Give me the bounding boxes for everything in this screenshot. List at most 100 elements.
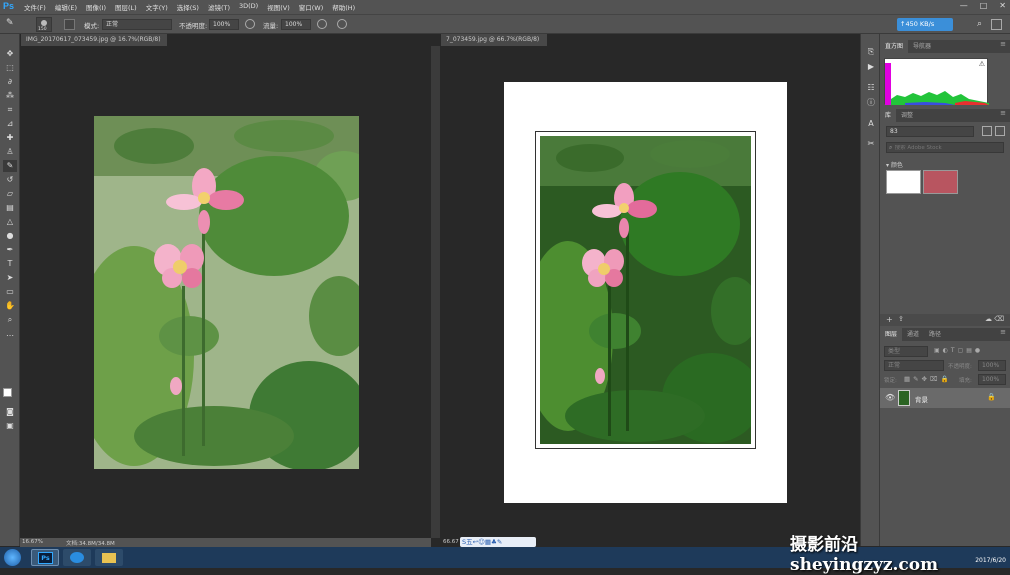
brush-tool-icon[interactable]: ✎ — [6, 18, 20, 31]
magic-wand-tool-icon[interactable]: ⁂ — [3, 90, 17, 102]
menu-item-type[interactable]: 文字(Y) — [146, 2, 168, 12]
tab-navigator[interactable]: 导航器 — [908, 40, 936, 53]
close-button[interactable]: ✕ — [999, 1, 1006, 10]
more-tools-icon[interactable]: ⋯ — [3, 330, 17, 342]
move-tool-icon[interactable]: ✥ — [3, 48, 17, 60]
layer-filter-icons[interactable]: ▣◐T▢▤● — [934, 347, 1004, 357]
library-panel-menu-icon[interactable]: ≡ — [1000, 109, 1006, 117]
layer-row-background[interactable]: 👁 背景 🔒 — [880, 388, 1010, 408]
canvas-area-2[interactable]: 66.67 — [441, 46, 860, 545]
taskbar-photoshop-icon[interactable]: Ps — [31, 549, 59, 566]
path-selection-tool-icon[interactable]: ➤ — [3, 272, 17, 284]
dodge-tool-icon[interactable]: ● — [3, 230, 17, 242]
cloud-icon[interactable]: ☁ — [985, 315, 992, 323]
grid-view-icon[interactable] — [982, 126, 992, 136]
lasso-tool-icon[interactable]: ∂ — [3, 76, 17, 88]
library-select[interactable]: 83 — [886, 126, 974, 137]
layer-opacity-input[interactable]: 100% — [978, 360, 1006, 371]
restore-button[interactable]: □ — [980, 1, 988, 10]
pressure-size-icon[interactable] — [337, 19, 347, 29]
foreground-color-swatch[interactable] — [3, 388, 12, 397]
tab-adjustments[interactable]: 调整 — [896, 109, 918, 122]
ime-toolbar[interactable]: S五↩☺▦♣✎ — [460, 537, 536, 547]
tab-histogram[interactable]: 直方图 — [880, 40, 909, 53]
upload-icon[interactable]: ⇪ — [898, 315, 904, 323]
start-button-icon[interactable] — [4, 549, 21, 566]
stock-search-input[interactable] — [894, 145, 987, 151]
list-view-icon[interactable] — [995, 126, 1005, 136]
opacity-input[interactable]: 100% — [209, 19, 239, 30]
tool-presets-icon[interactable]: ✂ — [865, 138, 877, 150]
cache-warning-icon[interactable]: ⚠ — [979, 60, 985, 68]
brush-panel-toggle-icon[interactable] — [64, 19, 75, 30]
doc-1-vertical-scrollbar[interactable] — [431, 46, 440, 538]
menu-item-3d[interactable]: 3D(D) — [239, 2, 258, 12]
type-tool-icon[interactable]: T — [3, 258, 17, 270]
gradient-tool-icon[interactable]: ▤ — [3, 202, 17, 214]
color-swatch-white[interactable] — [886, 170, 921, 194]
menu-item-view[interactable]: 视图(V) — [267, 2, 290, 12]
doc-tab-1[interactable]: IMG_20170617_073459.jpg @ 16.7%(RGB/8) × — [21, 34, 167, 55]
blur-tool-icon[interactable]: △ — [3, 216, 17, 228]
photo-border — [535, 131, 756, 449]
doc-tab-2[interactable]: 7_073459.jpg @ 66.7%(RGB/8) × — [441, 34, 547, 55]
hand-tool-icon[interactable]: ✋ — [3, 300, 17, 312]
brush-tool-icon[interactable]: ✎ — [3, 160, 17, 172]
workspace-switcher-icon[interactable] — [991, 19, 1002, 30]
pen-tool-icon[interactable]: ✒ — [3, 244, 17, 256]
taskbar-explorer-icon[interactable] — [95, 549, 123, 566]
menu-item-layer[interactable]: 图层(L) — [115, 2, 137, 12]
doc-1-zoom-level[interactable]: 16.67% — [22, 539, 43, 545]
mode-select[interactable]: 正常 — [102, 19, 172, 30]
menu-item-file[interactable]: 文件(F) — [24, 2, 46, 12]
layer-visibility-eye-icon[interactable]: 👁 — [885, 393, 895, 402]
doc-2-zoom-level[interactable]: 66.67 — [443, 539, 459, 545]
minimize-button[interactable]: — — [960, 1, 968, 10]
menu-item-edit[interactable]: 编辑(E) — [55, 2, 77, 12]
properties-icon[interactable]: ☷ — [865, 82, 877, 94]
layer-name[interactable]: 背景 — [915, 394, 928, 404]
marquee-tool-icon[interactable]: ⬚ — [3, 62, 17, 74]
crop-tool-icon[interactable]: ⌗ — [3, 104, 17, 116]
healing-brush-tool-icon[interactable]: ✚ — [3, 132, 17, 144]
brush-preset-picker[interactable]: 150 — [36, 17, 52, 32]
tab-paths[interactable]: 路径 — [924, 328, 946, 341]
menu-item-select[interactable]: 选择(S) — [177, 2, 199, 12]
color-group-header[interactable]: ▾ 颜色 — [886, 160, 903, 169]
histogram-panel-menu-icon[interactable]: ≡ — [1000, 40, 1006, 48]
stock-search-field[interactable]: ⌕ — [886, 142, 1004, 153]
pressure-opacity-icon[interactable] — [245, 19, 255, 29]
actions-play-icon[interactable]: ▶ — [865, 61, 877, 73]
flow-input[interactable]: 100% — [281, 19, 311, 30]
tab-layers[interactable]: 图层 — [880, 328, 903, 341]
add-content-icon[interactable]: + — [886, 315, 893, 324]
airbrush-icon[interactable] — [317, 19, 327, 29]
eraser-tool-icon[interactable]: ▱ — [3, 188, 17, 200]
search-icon[interactable]: ⌕ — [977, 19, 982, 29]
rectangle-tool-icon[interactable]: ▭ — [3, 286, 17, 298]
history-icon[interactable]: ⎘ — [865, 46, 877, 58]
clone-stamp-tool-icon[interactable]: ♙ — [3, 146, 17, 158]
menu-item-window[interactable]: 窗口(W) — [299, 2, 324, 12]
menu-item-image[interactable]: 图像(I) — [86, 2, 106, 12]
layer-fill-input[interactable]: 100% — [978, 374, 1006, 385]
layer-kind-filter[interactable]: 类型 — [884, 346, 928, 357]
tab-channels[interactable]: 通道 — [902, 328, 924, 341]
menu-item-help[interactable]: 帮助(H) — [332, 2, 355, 12]
zoom-tool-icon[interactable]: ⌕ — [3, 314, 17, 326]
canvas-area-1[interactable] — [21, 46, 431, 538]
info-icon[interactable]: ⓘ — [865, 97, 877, 109]
library-delete-icon[interactable]: ⌫ — [994, 315, 1004, 323]
layer-blend-mode-select[interactable]: 正常 — [884, 360, 944, 371]
character-icon[interactable]: A — [865, 118, 877, 130]
quick-mask-icon[interactable]: ◙ — [3, 406, 17, 418]
layer-lock-icons[interactable]: ▦✎✥⌧🔒 — [904, 375, 952, 383]
eyedropper-tool-icon[interactable]: ⊿ — [3, 118, 17, 130]
color-swatch-red[interactable] — [923, 170, 958, 194]
layers-panel-menu-icon[interactable]: ≡ — [1000, 328, 1006, 336]
history-brush-tool-icon[interactable]: ↺ — [3, 174, 17, 186]
tab-library[interactable]: 库 — [880, 109, 897, 122]
screen-mode-icon[interactable]: ▣ — [3, 420, 17, 432]
menu-item-filter[interactable]: 滤镜(T) — [208, 2, 230, 12]
taskbar-baidu-cloud-icon[interactable] — [63, 549, 91, 566]
